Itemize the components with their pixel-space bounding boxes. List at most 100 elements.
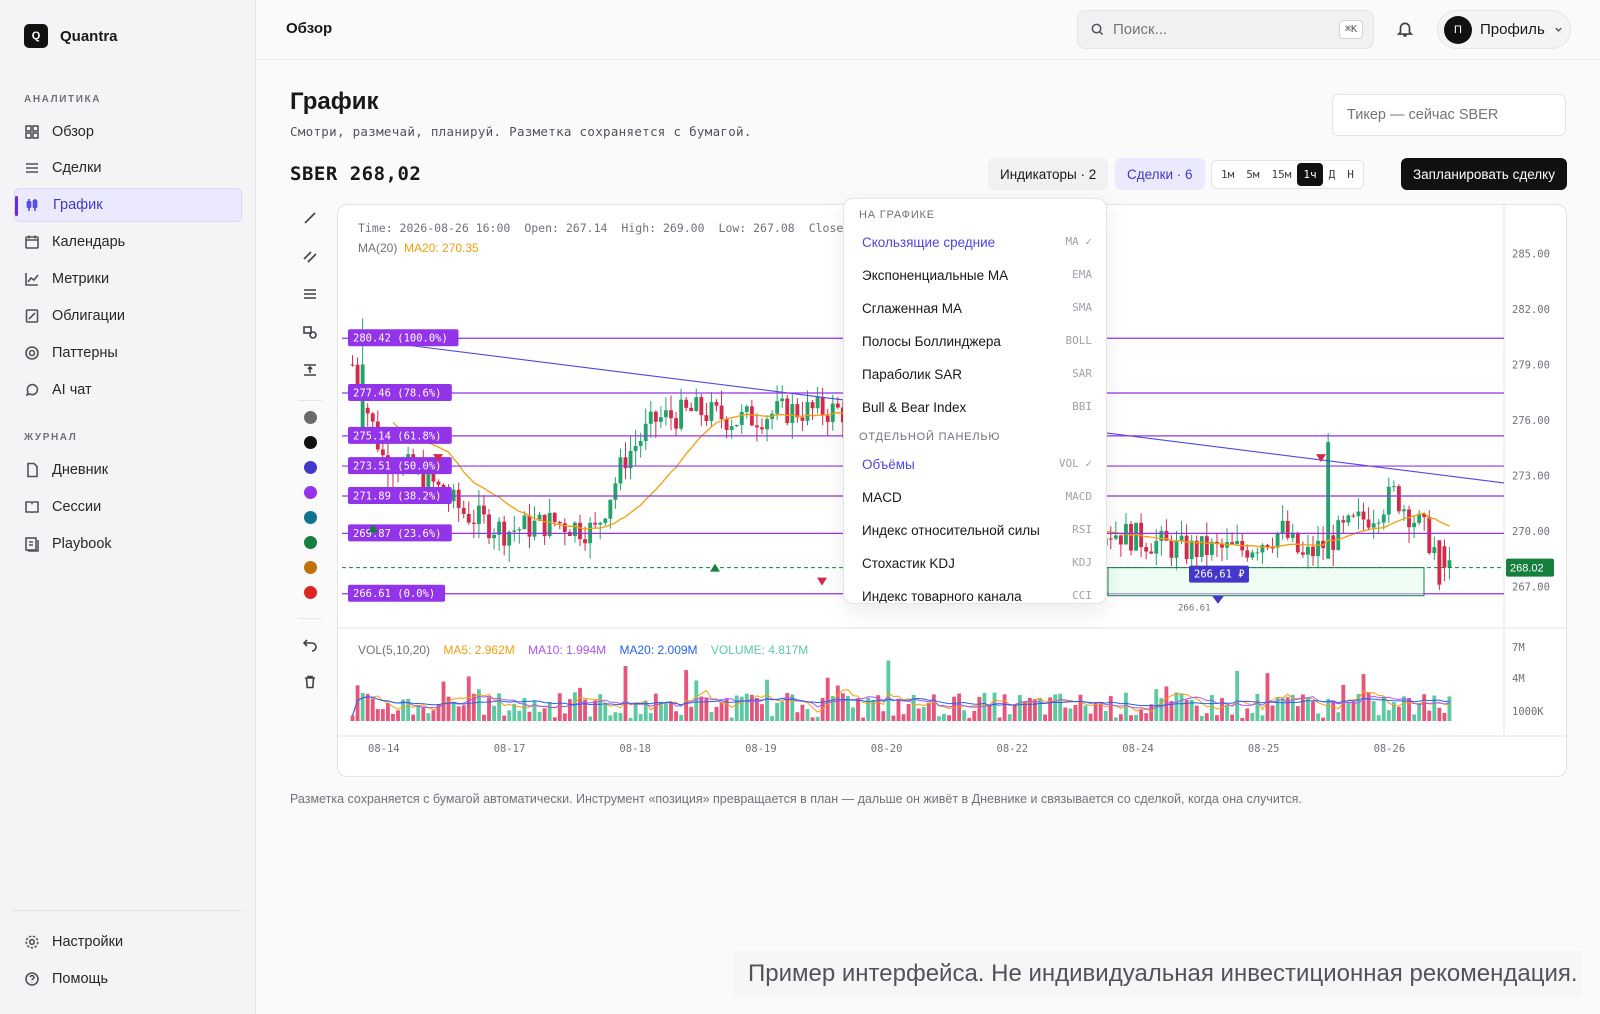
candle-body bbox=[1134, 522, 1138, 551]
color-swatch-purple[interactable] bbox=[304, 486, 317, 499]
indicator-ema[interactable]: Экспоненциальные MA EMA bbox=[862, 268, 1092, 283]
volume-bar bbox=[1194, 705, 1199, 721]
indicator-code: SMA bbox=[1072, 301, 1092, 314]
candle-body bbox=[1295, 532, 1300, 553]
trendline-tool[interactable] bbox=[296, 204, 324, 232]
buy-marker bbox=[710, 563, 720, 572]
timeframe-5m[interactable]: 5м bbox=[1240, 163, 1265, 186]
sidebar-item-help[interactable]: Помощь bbox=[14, 962, 242, 996]
volume-bar bbox=[1265, 673, 1270, 721]
plan-trade-button[interactable]: Запланировать сделку bbox=[1401, 158, 1567, 190]
time-tick-label: 08-18 bbox=[619, 743, 651, 755]
bell-icon[interactable] bbox=[1396, 20, 1414, 38]
volume-bar bbox=[942, 713, 946, 721]
color-swatch-indigo[interactable] bbox=[304, 461, 317, 474]
brand[interactable]: Q Quantra bbox=[24, 24, 118, 48]
volume-bar bbox=[1103, 710, 1108, 721]
trades-button[interactable]: Сделки · 6 bbox=[1115, 158, 1205, 190]
sidebar-item-bonds[interactable]: Облигации bbox=[14, 299, 242, 333]
candle-body bbox=[1189, 540, 1194, 560]
volume-bar bbox=[1129, 715, 1133, 721]
sidebar-item-diary[interactable]: Дневник bbox=[14, 453, 242, 487]
volume-bar bbox=[896, 698, 901, 721]
sidebar-item-metrics[interactable]: Метрики bbox=[14, 262, 242, 296]
timeframe-week[interactable]: Н bbox=[1341, 163, 1360, 186]
color-swatch-black[interactable] bbox=[304, 436, 317, 449]
position-label: 266,61 ₽ bbox=[1194, 569, 1245, 581]
volume-bar bbox=[835, 685, 840, 721]
color-swatch-orange[interactable] bbox=[304, 561, 317, 574]
indicator-code: BOLL bbox=[1065, 334, 1093, 347]
indicator-sar[interactable]: Параболик SAR SAR bbox=[862, 367, 1092, 382]
volume-bar bbox=[623, 666, 628, 721]
fib-tool[interactable] bbox=[296, 280, 324, 308]
position-zone bbox=[1107, 567, 1425, 597]
indicator-macd[interactable]: MACD MACD bbox=[862, 490, 1092, 505]
candle-body bbox=[780, 398, 785, 402]
color-swatch-teal[interactable] bbox=[304, 511, 317, 524]
sidebar-item-patterns[interactable]: Паттерны bbox=[14, 336, 242, 370]
volume-bar bbox=[502, 715, 507, 721]
profile-menu[interactable]: П Профиль bbox=[1437, 10, 1571, 49]
volume-bar bbox=[1240, 717, 1245, 721]
sidebar-item-playbook[interactable]: Playbook bbox=[14, 527, 242, 561]
volume-bar bbox=[664, 702, 668, 721]
candle-body bbox=[567, 532, 572, 536]
book-icon bbox=[25, 501, 39, 514]
sidebar-item-overview[interactable]: Обзор bbox=[14, 115, 242, 149]
timeframe-1m[interactable]: 1м bbox=[1215, 163, 1240, 186]
indicator-rsi[interactable]: Индекс относительной силы RSI bbox=[862, 523, 1092, 538]
indicator-vol[interactable]: Объёмы VOL ✓ bbox=[862, 457, 1092, 472]
timeframe-day[interactable]: Д bbox=[1323, 163, 1342, 186]
sidebar-item-label: График bbox=[53, 197, 103, 213]
volume-bar bbox=[653, 693, 658, 721]
sidebar-item-settings[interactable]: Настройки bbox=[14, 925, 242, 959]
brand-name: Quantra bbox=[60, 27, 118, 45]
timeframe-15m[interactable]: 15м bbox=[1266, 163, 1298, 186]
candle-body bbox=[658, 417, 663, 422]
volume-bar bbox=[487, 697, 491, 721]
search-input[interactable] bbox=[1113, 21, 1333, 38]
sidebar-item-calendar[interactable]: Календарь bbox=[14, 225, 242, 259]
shapes-tool[interactable] bbox=[296, 318, 324, 346]
candle-body bbox=[689, 407, 694, 412]
channel-tool[interactable] bbox=[296, 242, 324, 270]
candle-body bbox=[476, 505, 481, 524]
search-box[interactable]: ⌘K bbox=[1077, 10, 1374, 49]
indicator-cci[interactable]: Индекс товарного канала CCI bbox=[862, 589, 1092, 603]
indicator-sma[interactable]: Сглаженная MA SMA bbox=[862, 301, 1092, 316]
ticker-input[interactable] bbox=[1332, 94, 1566, 136]
position-tool[interactable] bbox=[296, 356, 324, 384]
indicator-label: Параболик SAR bbox=[862, 367, 963, 382]
horizontal-lines-icon bbox=[304, 289, 316, 299]
volume-bar bbox=[1311, 701, 1315, 721]
volume-bar bbox=[1007, 714, 1012, 721]
list-icon bbox=[26, 163, 38, 173]
volume-bar bbox=[684, 670, 689, 721]
sidebar-item-trades[interactable]: Сделки bbox=[14, 151, 242, 185]
candle-body bbox=[466, 513, 471, 523]
color-swatch-green[interactable] bbox=[304, 536, 317, 549]
toolbar-divider bbox=[298, 400, 322, 401]
sidebar-item-sessions[interactable]: Сессии bbox=[14, 490, 242, 524]
indicators-button[interactable]: Индикаторы · 2 bbox=[988, 158, 1109, 190]
color-swatch-gray[interactable] bbox=[304, 411, 317, 424]
undo-button[interactable] bbox=[296, 630, 324, 658]
volume-bar bbox=[815, 716, 820, 721]
indicator-ma[interactable]: Скользящие средние MA ✓ bbox=[862, 235, 1092, 250]
candle-body bbox=[810, 402, 815, 409]
delete-drawings-button[interactable] bbox=[296, 668, 324, 696]
candle-body bbox=[704, 415, 709, 421]
indicator-kdj[interactable]: Стохастик KDJ KDJ bbox=[862, 556, 1092, 571]
indicator-bbi[interactable]: Bull & Bear Index BBI bbox=[862, 400, 1092, 415]
sidebar-item-label: Календарь bbox=[52, 234, 126, 250]
sidebar-item-label: Паттерны bbox=[52, 345, 118, 361]
sidebar-item-ai-chat[interactable]: AI чат bbox=[14, 373, 242, 407]
color-swatch-red[interactable] bbox=[304, 586, 317, 599]
volume-bar bbox=[1215, 715, 1219, 721]
timeframe-1h[interactable]: 1ч bbox=[1297, 163, 1323, 186]
volume-bar bbox=[795, 712, 800, 721]
sidebar-item-label: Облигации bbox=[52, 308, 126, 324]
indicator-boll[interactable]: Полосы Боллинджера BOLL bbox=[862, 334, 1092, 349]
sidebar-item-chart[interactable]: График bbox=[14, 188, 242, 222]
